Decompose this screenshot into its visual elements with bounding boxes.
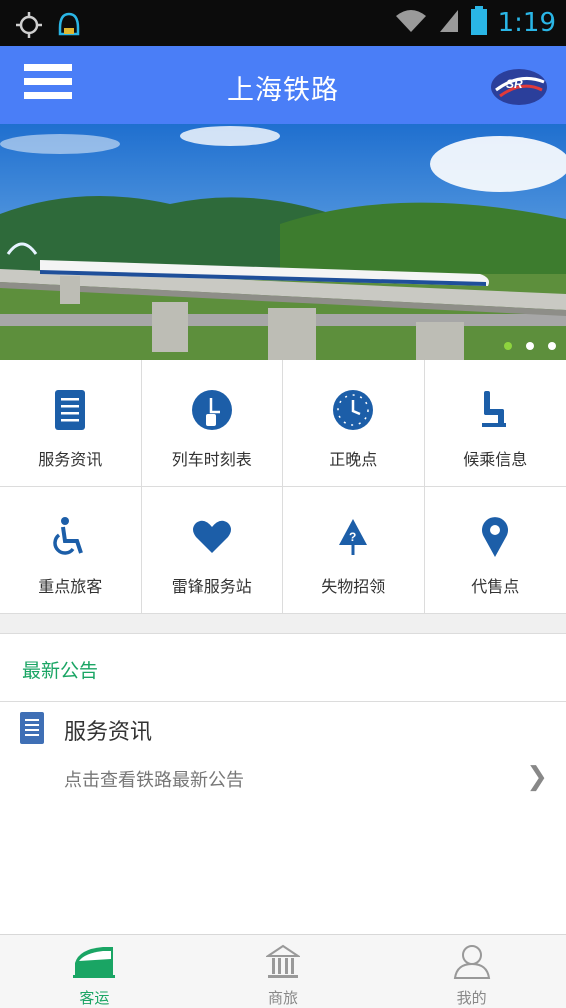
bottom-nav: 客运 商旅 我的 (0, 934, 566, 1008)
building-icon (262, 943, 304, 981)
nav-item-business-travel[interactable]: 商旅 (189, 935, 378, 1008)
grid-item-ticket-agency[interactable]: 代售点 (425, 487, 566, 614)
nav-item-passenger[interactable]: 客运 (0, 935, 189, 1008)
notice-title: 服务资讯 (64, 720, 153, 745)
banner-image (0, 124, 566, 360)
carousel-dot[interactable] (526, 342, 534, 350)
clock-tablet-icon (190, 388, 234, 432)
signal-icon (438, 8, 460, 38)
carousel-dot[interactable] (548, 342, 556, 350)
person-icon (451, 943, 493, 981)
grid-item-priority-passenger[interactable]: 重点旅客 (0, 487, 142, 614)
gps-icon (16, 12, 42, 42)
chevron-right-icon: ❯ (526, 762, 548, 792)
grid-item-timetable[interactable]: 列车时刻表 (141, 360, 283, 487)
grid-item-waiting-info[interactable]: 候乘信息 (424, 360, 566, 487)
grid-item-label: 列车时刻表 (171, 450, 252, 469)
grid-item-service-news[interactable]: 服务资讯 (0, 360, 142, 487)
grid-item-leifeng-station[interactable]: 雷锋服务站 (142, 487, 283, 614)
document-icon (20, 712, 44, 744)
nav-label: 客运 (79, 989, 110, 1007)
grid-item-label: 失物招领 (321, 577, 386, 596)
grid-item-label: 正晚点 (329, 450, 378, 469)
grid-item-label: 候乘信息 (463, 450, 528, 469)
grid-item-label: 服务资讯 (38, 450, 103, 469)
nav-label: 商旅 (268, 989, 299, 1007)
notice-item[interactable]: 服务资讯 点击查看铁路最新公告 ❯ (0, 702, 566, 812)
banner-carousel[interactable] (0, 124, 566, 360)
location-pin-icon (473, 515, 517, 559)
app-bar: 上海铁路 SR (0, 46, 566, 124)
service-grid: 服务资讯 列车时刻表 正晚点 候乘信息 重点旅客 雷锋服务站 ? 失物招领 代售… (0, 360, 566, 614)
carousel-dot[interactable] (504, 342, 512, 350)
grid-item-label: 重点旅客 (38, 577, 103, 596)
notice-subtitle: 点击查看铁路最新公告 (64, 770, 244, 791)
seat-icon (473, 388, 517, 432)
lost-found-icon: ? (331, 515, 375, 559)
grid-item-punctuality[interactable]: 正晚点 (283, 360, 425, 487)
heart-icon (190, 515, 234, 559)
clock-icon (331, 388, 375, 432)
grid-item-label: 雷锋服务站 (171, 577, 252, 596)
grid-item-label: 代售点 (471, 577, 520, 596)
train-icon (73, 943, 116, 981)
carousel-dots (504, 342, 556, 350)
svg-text:SR: SR (506, 77, 523, 91)
battery-icon (470, 6, 488, 40)
latest-notices-header: 最新公告 (0, 634, 566, 702)
section-title: 最新公告 (22, 660, 99, 682)
nav-label: 我的 (456, 989, 487, 1007)
document-icon (48, 388, 92, 432)
section-divider (0, 614, 566, 634)
grid-item-lost-found[interactable]: ? 失物招领 (283, 487, 425, 614)
wifi-icon (394, 8, 428, 38)
nav-item-mine[interactable]: 我的 (377, 935, 566, 1008)
page-title: 上海铁路 (227, 75, 339, 106)
wheelchair-icon (48, 515, 92, 559)
status-bar: 1:19 (0, 0, 566, 46)
railway-logo: SR (490, 62, 548, 108)
notification-icon (56, 10, 82, 44)
svg-text:?: ? (349, 530, 356, 544)
status-time: 1:19 (497, 8, 556, 38)
